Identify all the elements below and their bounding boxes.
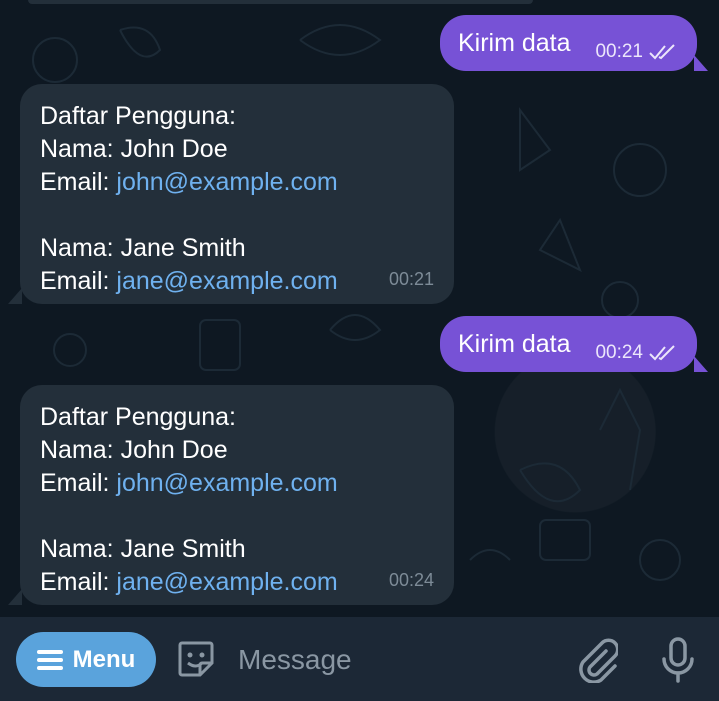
menu-button[interactable]: Menu	[16, 632, 156, 687]
paperclip-icon[interactable]	[576, 637, 618, 683]
message-meta: 00:24	[595, 342, 677, 364]
message-time: 00:21	[388, 269, 434, 289]
email-link[interactable]: john@example.com	[116, 469, 337, 497]
chat-area: Kirim data 00:21 Daftar Pengguna: Nama: …	[0, 0, 719, 617]
email-label: Email:	[40, 267, 117, 295]
menu-button-label: Menu	[72, 645, 136, 673]
user-email-line: Email: jane@example.com	[40, 265, 434, 298]
incoming-message[interactable]: Daftar Pengguna: Nama: John Doe Email: j…	[20, 385, 454, 605]
hamburger-icon	[36, 649, 63, 670]
message-text: Kirim data	[458, 330, 571, 358]
user-email-line: Email: jane@example.com	[40, 566, 434, 599]
email-link[interactable]: john@example.com	[116, 168, 337, 196]
user-name: Nama: Jane Smith	[40, 535, 246, 563]
user-name: Nama: Jane Smith	[40, 234, 246, 262]
user-name: Nama: John Doe	[40, 436, 228, 464]
message-meta: 00:21	[595, 41, 677, 63]
message-text: Kirim data	[458, 29, 571, 57]
outgoing-message[interactable]: Kirim data 00:21	[440, 15, 697, 71]
list-title: Daftar Pengguna:	[40, 102, 236, 130]
user-name: Nama: John Doe	[40, 135, 228, 163]
email-link[interactable]: jane@example.com	[116, 267, 337, 295]
user-email-line: Email: john@example.com	[40, 166, 434, 199]
message-time: 00:24	[595, 342, 643, 363]
outgoing-message[interactable]: Kirim data 00:24	[440, 316, 697, 372]
message-time: 00:24	[388, 570, 434, 590]
message-time: 00:21	[595, 41, 643, 62]
incoming-message[interactable]: Daftar Pengguna: Nama: John Doe Email: j…	[20, 84, 454, 304]
message-input[interactable]	[236, 639, 560, 681]
list-title: Daftar Pengguna:	[40, 403, 236, 431]
email-link[interactable]: jane@example.com	[116, 568, 337, 596]
microphone-icon[interactable]	[658, 635, 698, 685]
user-email-line: Email: john@example.com	[40, 467, 434, 500]
message-composer: Menu	[0, 617, 719, 701]
email-label: Email:	[40, 469, 117, 497]
email-label: Email:	[40, 568, 117, 596]
previous-message-edge	[28, 0, 533, 4]
double-check-icon	[649, 44, 675, 60]
double-check-icon	[649, 345, 675, 361]
sticker-icon[interactable]	[176, 639, 216, 679]
email-label: Email:	[40, 168, 117, 196]
